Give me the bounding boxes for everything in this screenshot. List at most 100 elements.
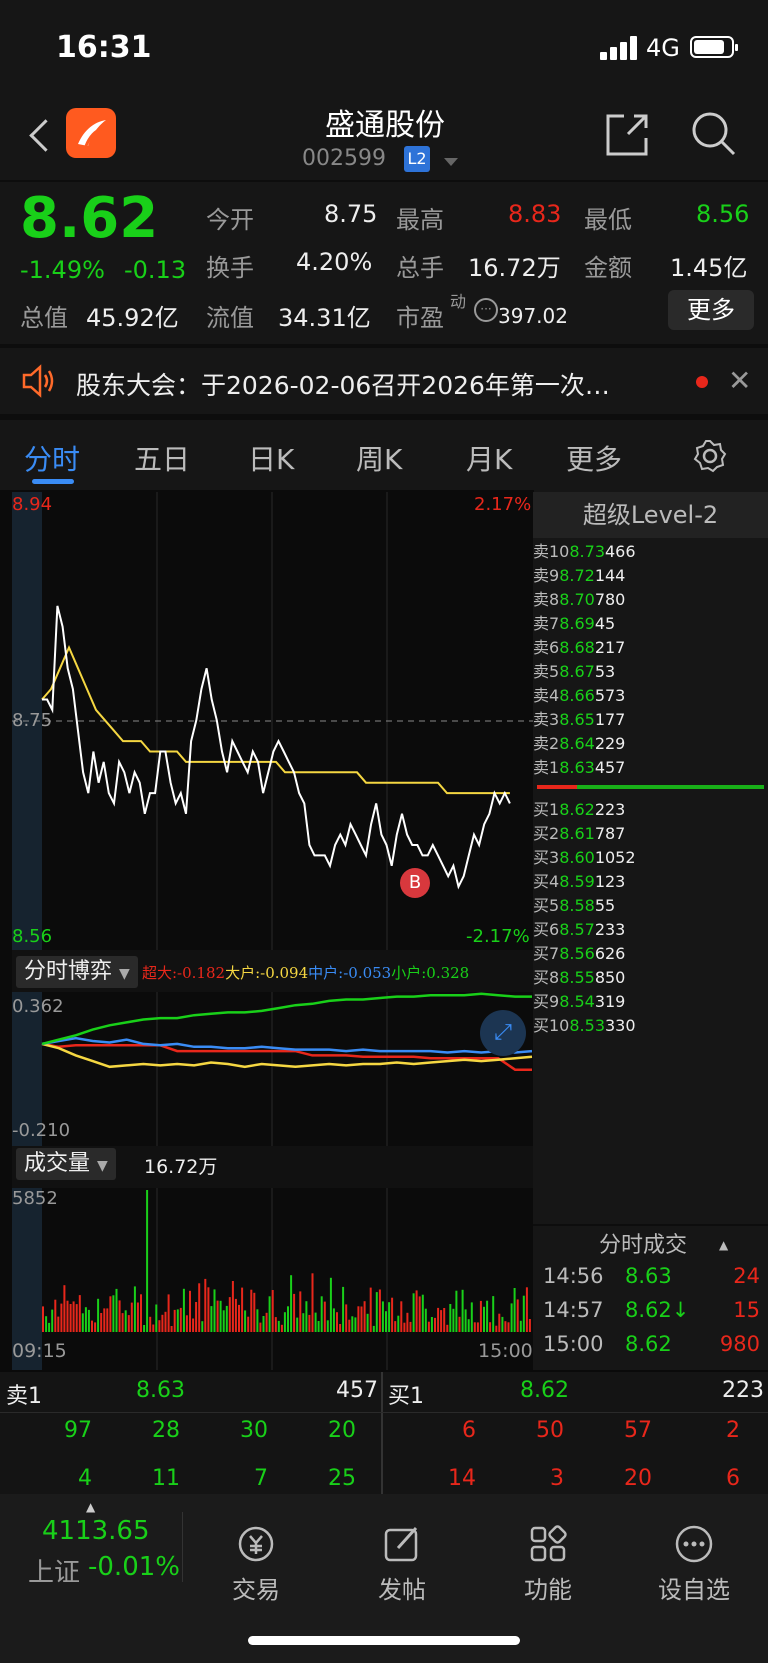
index-value[interactable]: 4113.65 <box>42 1516 150 1546</box>
volume-bar <box>222 1310 225 1332</box>
ask-row[interactable]: 卖28.64229 <box>533 730 768 754</box>
home-indicator[interactable] <box>248 1636 520 1645</box>
ask-row[interactable]: 卖68.68217 <box>533 634 768 658</box>
volume-bar <box>492 1296 495 1332</box>
chevron-down-icon[interactable] <box>444 158 458 166</box>
volume-bar <box>449 1304 452 1332</box>
bid-price: 8.59 <box>559 872 595 891</box>
caret-up-icon[interactable]: ▲ <box>719 1238 728 1252</box>
nav-post[interactable]: 发帖 <box>342 1524 462 1605</box>
ask-volume: 45 <box>594 614 616 633</box>
bid-row[interactable]: 买18.62223 <box>533 796 768 820</box>
volume-bar <box>495 1325 498 1332</box>
trade-time: 14:57 <box>543 1298 604 1322</box>
info-icon[interactable]: ··· <box>474 298 498 322</box>
game-min-label: -0.210 <box>12 1120 71 1141</box>
ask-label: 卖1 <box>533 758 560 777</box>
index-pct[interactable]: -0.01% <box>88 1552 180 1582</box>
trades-title[interactable]: 分时成交 <box>599 1226 687 1266</box>
volume-bar <box>164 1311 167 1332</box>
nav-watchlist[interactable]: 设自选 <box>634 1524 754 1605</box>
change-value: -0.13 <box>124 256 187 284</box>
volume-bar <box>507 1322 510 1332</box>
volume-bar <box>274 1317 277 1332</box>
ask-row[interactable]: 卖78.6945 <box>533 610 768 634</box>
tab-daily-k[interactable]: 日K <box>248 438 294 478</box>
bid-row[interactable]: 买38.601052 <box>533 844 768 868</box>
queue-sell-vol: 457 <box>336 1378 378 1403</box>
battery-icon <box>690 36 738 58</box>
close-icon[interactable]: ✕ <box>728 364 751 397</box>
queue-buy-label: 买1 <box>388 1384 424 1409</box>
tab-more[interactable]: 更多 <box>566 438 622 478</box>
tab-weekly-k[interactable]: 周K <box>356 438 402 478</box>
ask-price: 8.63 <box>559 758 595 777</box>
tab-monthly-k[interactable]: 月K <box>466 438 512 478</box>
ask-row[interactable]: 卖108.73466 <box>533 538 768 562</box>
volume-bar <box>409 1321 412 1332</box>
volume-bar <box>97 1298 100 1332</box>
volume-bar <box>443 1308 446 1332</box>
ask-label: 卖3 <box>533 710 560 729</box>
bid-row[interactable]: 买68.57233 <box>533 916 768 940</box>
notice-text[interactable]: 股东大会：于2026-02-06召开2026年第一次… <box>76 366 610 402</box>
volume-bar <box>72 1301 75 1332</box>
volume-bar <box>455 1290 458 1332</box>
avg-price-line <box>41 644 510 795</box>
nav-trade[interactable]: 交易 <box>196 1524 316 1605</box>
ask-row[interactable]: 卖38.65177 <box>533 706 768 730</box>
back-icon[interactable] <box>29 119 62 152</box>
ask-row[interactable]: 卖98.72144 <box>533 562 768 586</box>
share-icon[interactable] <box>604 112 650 162</box>
volume-bar <box>140 1294 142 1332</box>
ask-row[interactable]: 卖58.6753 <box>533 658 768 682</box>
ask-row[interactable]: 卖48.66573 <box>533 682 768 706</box>
index-name[interactable]: 上证 <box>28 1552 80 1589</box>
order-book: 超级Level-2 卖108.73466 卖98.72144 卖88.70780 卖7… <box>533 492 768 1370</box>
bid-row[interactable]: 买48.59123 <box>533 868 768 892</box>
bid-row[interactable]: 买108.53330 <box>533 1012 768 1036</box>
legend-large: 大户:-0.094 <box>225 964 309 982</box>
price-line <box>42 605 511 890</box>
nav-functions[interactable]: 功能 <box>488 1524 608 1605</box>
volume-bar <box>192 1318 195 1332</box>
volume-bar <box>109 1296 112 1332</box>
bid-row[interactable]: 买78.56626 <box>533 940 768 964</box>
game-selector[interactable]: 分时博弈 ▼ <box>16 956 138 988</box>
bid-row[interactable]: 买88.55850 <box>533 964 768 988</box>
ask-volume: 780 <box>594 590 626 609</box>
ask-row[interactable]: 卖18.63457 <box>533 754 768 778</box>
tab-bar: 分时 五日 日K 周K 月K 更多 <box>0 420 768 490</box>
bid-row[interactable]: 买28.61787 <box>533 820 768 844</box>
volume-value: 16.72万 <box>468 254 561 282</box>
expand-icon[interactable]: ⤢ <box>480 1010 526 1056</box>
volume-bar <box>45 1316 48 1332</box>
mcap-label: 总值 <box>20 304 68 332</box>
volume-bar <box>198 1283 201 1332</box>
caret-up-icon[interactable]: ▲ <box>86 1500 95 1514</box>
trade-volume: 24 <box>733 1264 760 1288</box>
volume-bar <box>91 1320 93 1332</box>
volume-bar <box>375 1292 378 1332</box>
search-icon[interactable] <box>690 110 738 162</box>
buy-marker[interactable]: B <box>400 868 430 898</box>
volume-selector[interactable]: 成交量 ▼ <box>16 1148 116 1180</box>
volume-bar <box>256 1309 259 1332</box>
y-max-label: 8.94 <box>12 494 53 515</box>
bid-row[interactable]: 买58.5855 <box>533 892 768 916</box>
low-label: 最低 <box>584 206 632 234</box>
volume-bar <box>394 1321 397 1332</box>
queue-order-size: 6 <box>726 1466 740 1491</box>
ask-volume: 229 <box>594 734 626 753</box>
settings-gear-icon[interactable] <box>692 438 728 478</box>
more-button[interactable]: 更多 <box>668 290 754 330</box>
bid-row[interactable]: 买98.54319 <box>533 988 768 1012</box>
bid-label: 买9 <box>533 992 560 1011</box>
tab-intraday[interactable]: 分时 <box>24 438 80 478</box>
volume-bar <box>464 1309 467 1332</box>
tab-five-day[interactable]: 五日 <box>134 438 190 478</box>
bid-volume: 787 <box>594 824 626 843</box>
ask-row[interactable]: 卖88.70780 <box>533 586 768 610</box>
volume-bar <box>406 1312 409 1332</box>
volume-bar <box>283 1312 286 1332</box>
